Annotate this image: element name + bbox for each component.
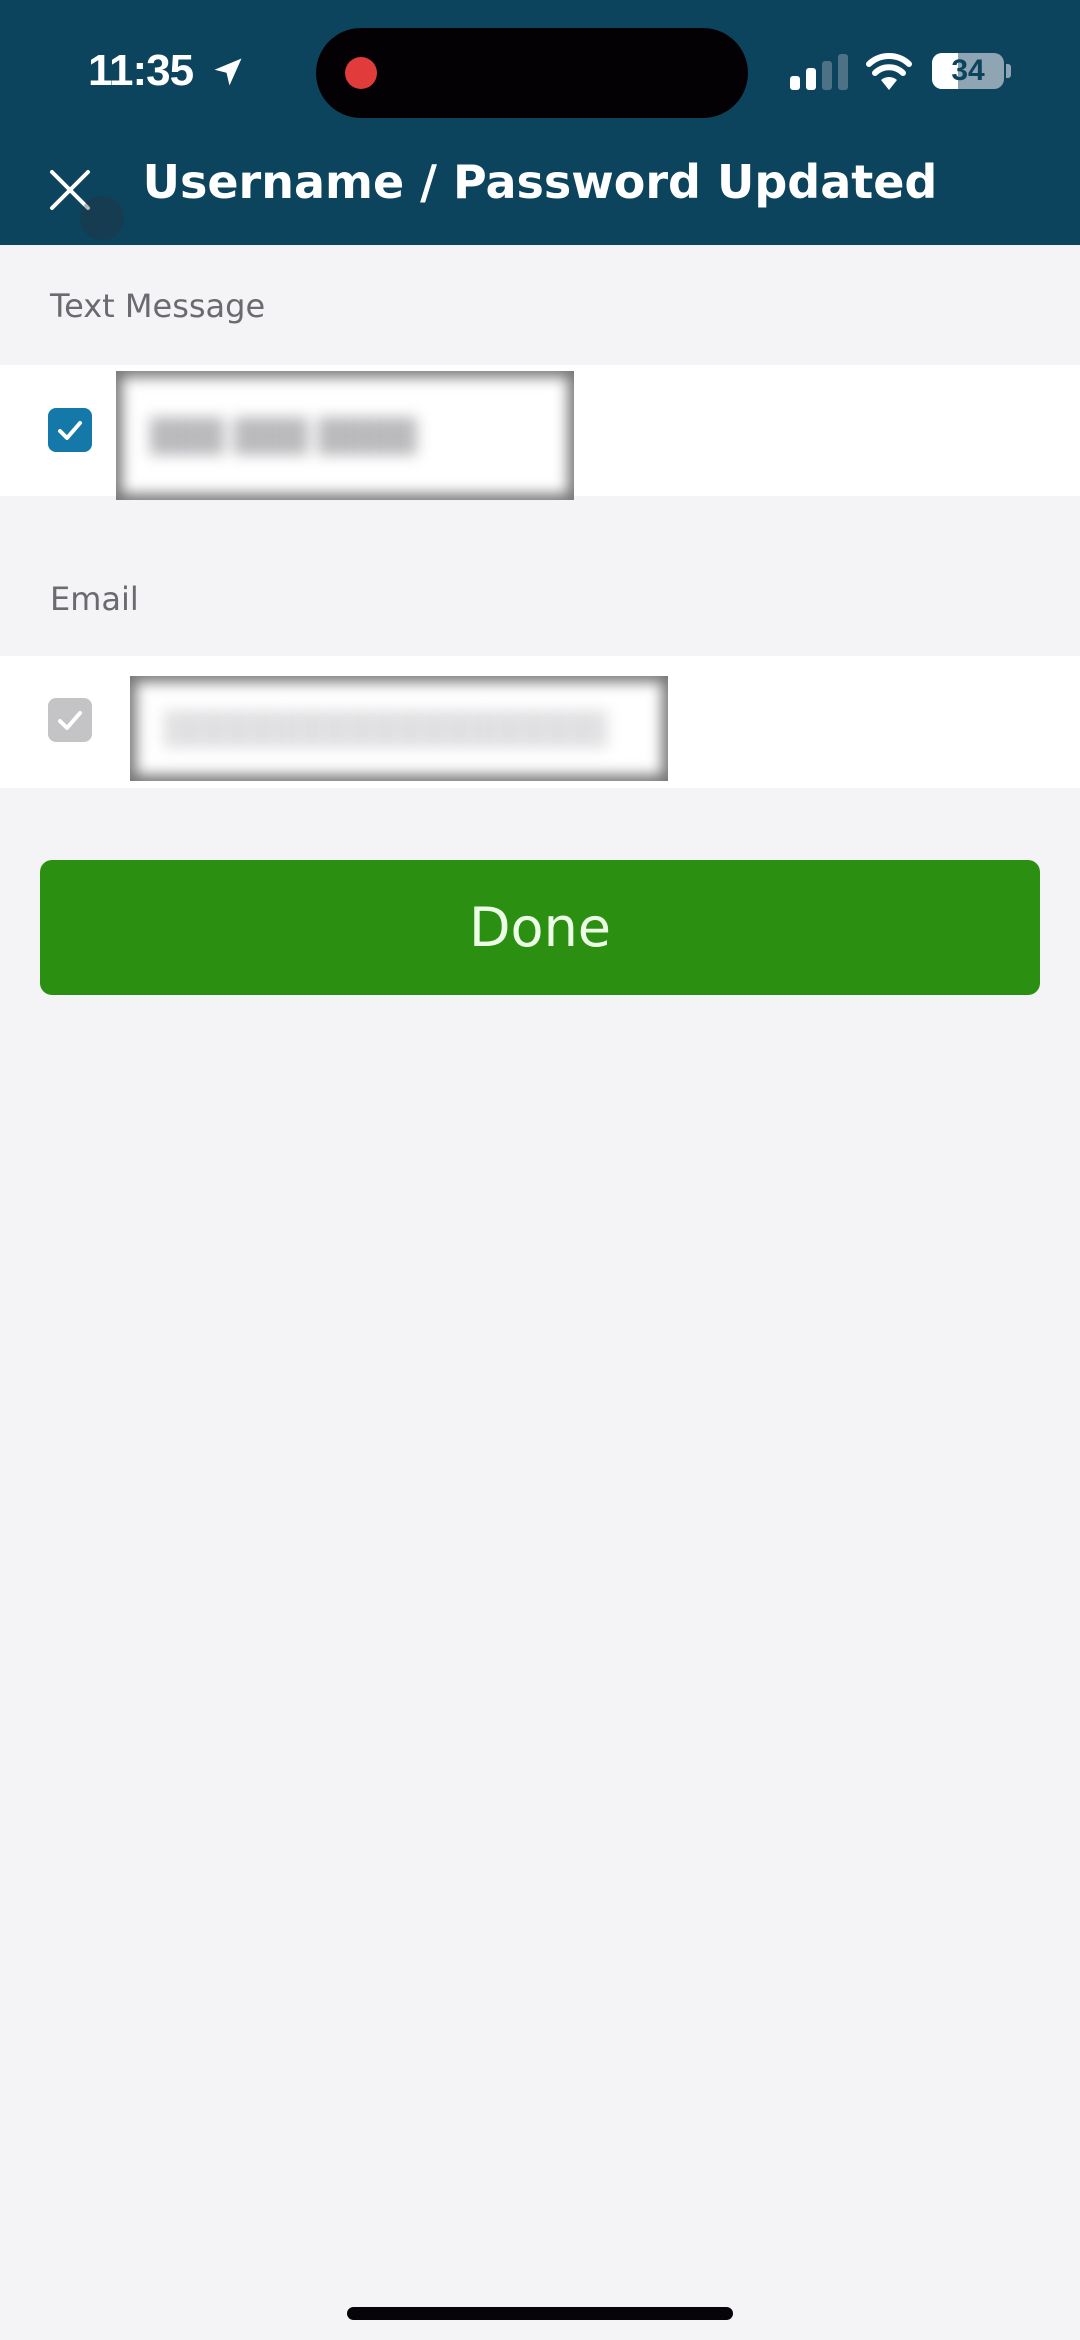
contact-row-email: ██████████████████ [0, 656, 1080, 788]
signal-bar-2 [806, 68, 816, 90]
battery-cap [1006, 64, 1011, 78]
dynamic-island [316, 28, 748, 118]
checkmark-icon [58, 711, 82, 730]
battery-indicator: 34 [932, 53, 1004, 89]
contact-row-text-message: ███ ███ ████ [0, 365, 1080, 500]
signal-bar-1 [790, 76, 800, 90]
wifi-icon [866, 53, 912, 90]
location-arrow-icon [214, 58, 242, 86]
page-title-text: Username / Password Updated [142, 155, 938, 209]
screen-recording-dot [345, 57, 377, 89]
email-checkbox[interactable] [48, 698, 92, 742]
redacted-text: ██████████████████ [164, 709, 607, 748]
app-header: 11:35 34 Username / Password Updated [0, 0, 1080, 245]
redacted-phone-number: ███ ███ ████ [116, 371, 574, 500]
done-button[interactable]: Done [40, 860, 1040, 995]
home-indicator[interactable] [347, 2307, 733, 2320]
section-label-text-message: Text Message [50, 287, 266, 325]
page-title: Username / Password Updated [0, 155, 1080, 209]
redacted-email-address: ██████████████████ [130, 676, 668, 781]
signal-bar-3 [822, 61, 832, 90]
cellular-signal-icon [790, 54, 848, 90]
redacted-text: ███ ███ ████ [150, 416, 417, 455]
checkmark-icon [58, 421, 82, 440]
section-label-email: Email [50, 580, 139, 618]
status-time: 11:35 [88, 46, 194, 95]
signal-bar-4 [838, 54, 848, 90]
battery-percent: 34 [951, 54, 985, 87]
text-message-checkbox[interactable] [48, 408, 92, 452]
